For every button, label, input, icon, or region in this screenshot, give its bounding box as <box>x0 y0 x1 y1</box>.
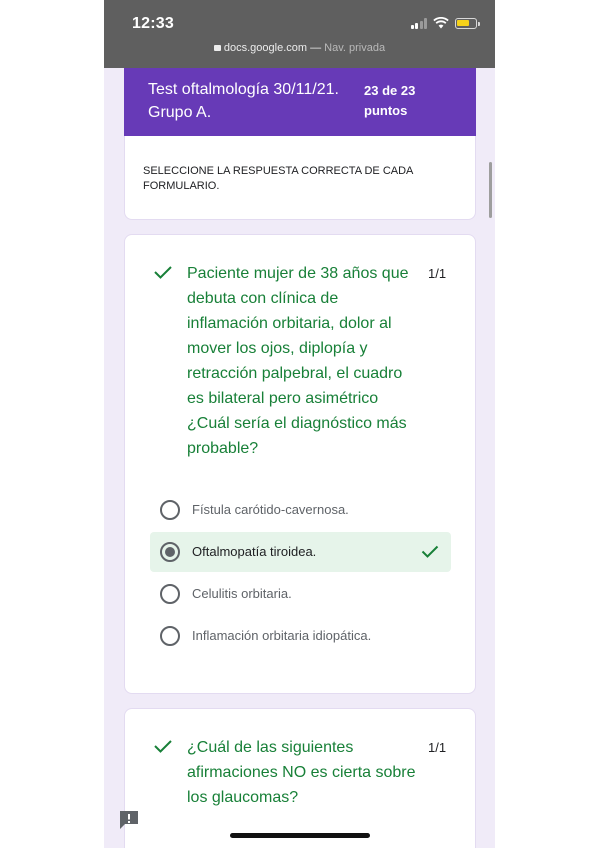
phone-screen: 12:33 docs.google.com — Nav. privada Tes… <box>104 0 495 848</box>
option-label: Fístula carótido-cavernosa. <box>192 502 349 517</box>
status-bar: 12:33 docs.google.com — Nav. privada <box>104 0 495 68</box>
form-title: Test oftalmología 30/11/21. Grupo A. <box>148 81 339 121</box>
answer-option: Celulitis orbitaria. <box>150 574 451 614</box>
radio-button <box>160 500 180 520</box>
total-score: 23 de 23 puntos <box>364 83 416 118</box>
answer-option-correct: Oftalmopatía tiroidea. <box>150 532 451 572</box>
status-time: 12:33 <box>132 15 174 32</box>
question-text: ¿Cuál de las siguientes afirmaciones NO … <box>187 739 416 806</box>
signal-icon <box>410 17 427 29</box>
radio-button <box>160 584 180 604</box>
option-label: Inflamación orbitaria idiopática. <box>192 628 372 643</box>
address-bar[interactable]: docs.google.com — Nav. privada <box>104 42 495 54</box>
question-text: Paciente mujer de 38 años que debuta con… <box>187 265 409 457</box>
option-label: Oftalmopatía tiroidea. <box>192 544 317 559</box>
check-icon <box>421 545 439 558</box>
scrollbar[interactable] <box>489 162 492 218</box>
check-icon <box>154 740 172 753</box>
form-description: SELECCIONE LA RESPUESTA CORRECTA DE CADA… <box>143 165 413 192</box>
wifi-icon <box>433 17 449 29</box>
battery-icon <box>455 17 480 29</box>
answer-option: Fístula carótido-cavernosa. <box>150 490 451 530</box>
question-card: Paciente mujer de 38 años que debuta con… <box>124 234 476 694</box>
report-issue-icon[interactable] <box>118 810 140 830</box>
radio-button <box>160 626 180 646</box>
question-card: ¿Cuál de las siguientes afirmaciones NO … <box>124 708 476 848</box>
status-icons <box>410 17 480 29</box>
radio-button-selected <box>160 542 180 562</box>
check-icon <box>154 266 172 279</box>
url-text: docs.google.com <box>223 42 308 54</box>
home-indicator[interactable] <box>230 833 370 838</box>
question-points: 1/1 <box>428 266 447 281</box>
lock-icon <box>213 45 221 51</box>
form-header: Test oftalmología 30/11/21. Grupo A. 23 … <box>124 68 476 136</box>
form-description-card: SELECCIONE LA RESPUESTA CORRECTA DE CADA… <box>124 136 476 220</box>
answer-option: Inflamación orbitaria idiopática. <box>150 616 451 656</box>
option-label: Celulitis orbitaria. <box>192 586 292 601</box>
url-separator: — <box>307 42 325 54</box>
private-mode-label: Nav. privada <box>324 42 386 54</box>
question-points: 1/1 <box>428 740 447 755</box>
